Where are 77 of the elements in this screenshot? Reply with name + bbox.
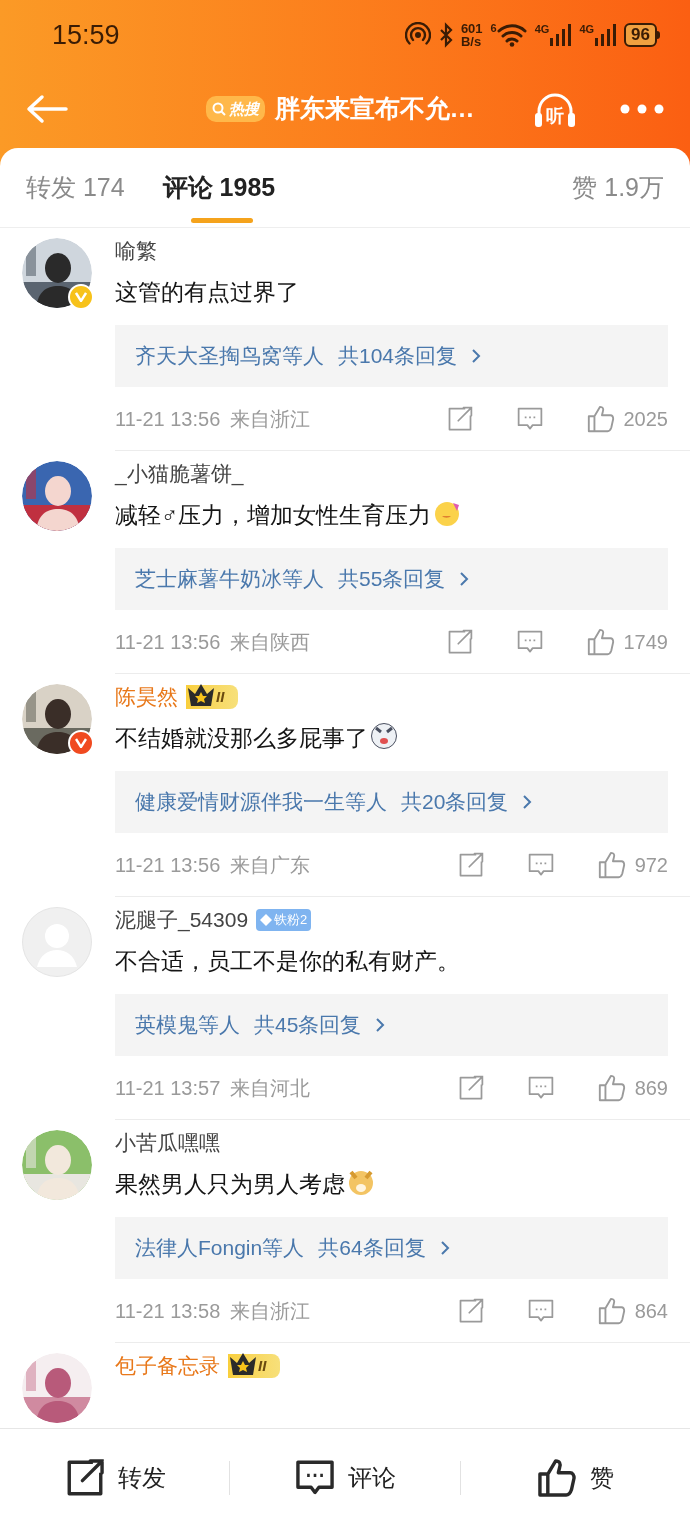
user-name[interactable]: 喻繁 [115, 235, 157, 267]
share-button[interactable]: 转发 [0, 1457, 230, 1499]
comment-location: 来自广东 [230, 853, 311, 878]
user-name[interactable]: 泥腿子_54309 [115, 904, 249, 936]
like-button[interactable]: 864 [596, 1296, 668, 1326]
comment-button[interactable]: 评论 [230, 1457, 460, 1499]
emoji-icon [370, 722, 398, 750]
user-name[interactable]: 小苦瓜嘿嘿 [115, 1127, 220, 1159]
search-icon [211, 102, 226, 116]
crown-icon [186, 682, 216, 708]
bluetooth-icon [438, 22, 453, 48]
comment-time: 11-21 13:56 [115, 630, 221, 655]
replies-link[interactable]: 齐天大圣掏鸟窝等人 共104条回复 [115, 325, 668, 387]
status-time: 15:59 [52, 18, 120, 52]
comment-location: 来自浙江 [230, 1299, 311, 1324]
signal-label: 4G [579, 24, 595, 35]
wifi-icon [496, 23, 527, 47]
tab[interactable]: 转发 174 [26, 148, 125, 227]
more-icon[interactable] [620, 104, 664, 114]
battery-indicator: 96 [624, 23, 657, 47]
like-icon [596, 850, 627, 880]
comment-time: 11-21 13:56 [115, 407, 221, 432]
replies-link[interactable]: 芝士麻薯牛奶冰等人 共55条回复 [115, 548, 668, 610]
like-icon [585, 627, 616, 657]
network-speed: 601 [460, 22, 483, 35]
chevron-icon [439, 1240, 450, 1256]
signal-label: 4G [534, 24, 550, 35]
chevron-icon [459, 571, 470, 587]
crown-icon [228, 1351, 258, 1377]
user-name[interactable]: 包子备忘录 [115, 1350, 220, 1382]
replies-link[interactable]: 法律人Fongin等人 共64条回复 [115, 1217, 668, 1279]
avatar-icon [22, 907, 92, 977]
comment-text: 果然男人只为男人考虑 [115, 1166, 668, 1202]
like-button[interactable]: 869 [596, 1073, 668, 1103]
chevron-icon [375, 1017, 386, 1033]
comment-text: 减轻♂压力，增加女性生育压力 [115, 497, 668, 533]
user-name[interactable]: 陈昊然 [115, 681, 178, 713]
fan-badge: 铁粉2 [256, 909, 312, 931]
comment-time: 11-21 13:56 [115, 853, 221, 878]
like-icon [596, 1073, 627, 1103]
comment-text: 不合适，员工不是你的私有财产。 [115, 947, 461, 976]
network-speed-unit: B/s [460, 35, 483, 48]
comment-location: 来自浙江 [230, 407, 311, 432]
emoji-icon [347, 1168, 375, 1196]
like-button[interactable]: 972 [596, 850, 668, 880]
hotspot-icon [404, 22, 431, 48]
comment-text: 这管的有点过界了 [115, 278, 300, 307]
like-button[interactable]: 赞 [460, 1457, 690, 1499]
comment-location: 来自河北 [230, 1076, 311, 1101]
chevron-icon [522, 794, 533, 810]
comment-location: 来自陕西 [230, 630, 311, 655]
comment-time: 11-21 13:57 [115, 1076, 221, 1101]
diamond-icon [260, 914, 273, 926]
level-badge: II [228, 1354, 281, 1378]
tab[interactable]: 评论 1985 [162, 148, 276, 227]
emoji-icon [433, 499, 462, 527]
like-button[interactable]: 1749 [585, 627, 668, 657]
replies-link[interactable]: 英模鬼等人 共45条回复 [115, 994, 668, 1056]
wifi-label: 6 [490, 23, 497, 34]
like-button[interactable]: 2025 [585, 404, 668, 434]
like-icon [585, 404, 616, 434]
level-badge: II [186, 685, 239, 709]
signal-icon [549, 24, 572, 46]
replies-link[interactable]: 健康爱情财源伴我一生等人 共20条回复 [115, 771, 668, 833]
like-icon [596, 1296, 627, 1326]
chevron-icon [471, 348, 482, 364]
check-icon [75, 738, 87, 748]
signal-icon [594, 24, 617, 46]
tab[interactable]: 赞 1.9万 [572, 148, 664, 227]
listen-button[interactable]: 听 [532, 89, 578, 129]
comment-text: 不结婚就没那么多屁事了 [115, 720, 668, 756]
page-title: 胖东来宣布不允… [274, 93, 475, 125]
check-icon [75, 292, 87, 302]
back-icon[interactable] [26, 94, 68, 124]
user-name[interactable]: _小猫脆薯饼_ [115, 458, 244, 490]
like-icon [536, 1457, 579, 1499]
comment-time: 11-21 13:58 [115, 1299, 221, 1324]
